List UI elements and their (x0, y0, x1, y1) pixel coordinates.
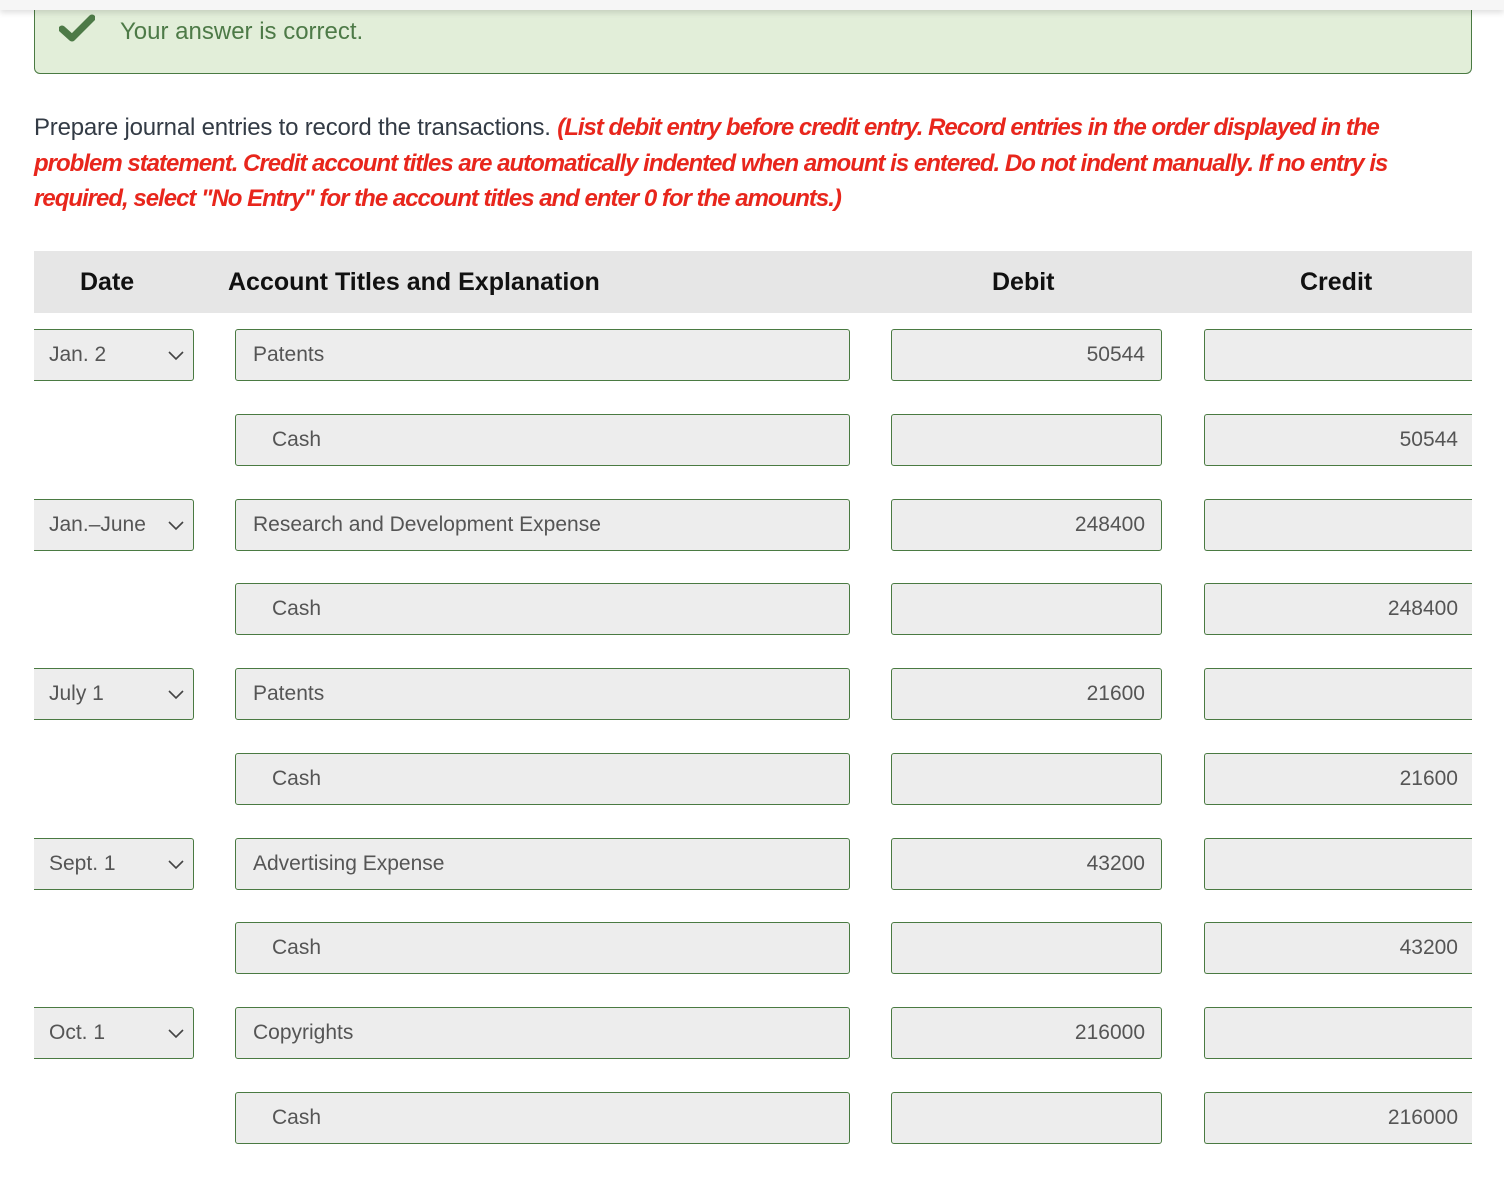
debit-input[interactable]: 43200 (891, 838, 1162, 890)
header-credit: Credit (1300, 268, 1373, 296)
header-date: Date (80, 268, 135, 296)
debit-input[interactable] (891, 1092, 1162, 1144)
checkmark-icon (59, 14, 95, 42)
chevron-down-icon (168, 1029, 184, 1039)
account-title-input[interactable]: Cash (235, 922, 850, 974)
debit-input[interactable]: 21600 (891, 668, 1162, 720)
credit-input[interactable]: 216000 (1204, 1092, 1472, 1144)
account-title-input[interactable]: Cash (235, 753, 850, 805)
top-bar (0, 0, 1504, 10)
account-title-input[interactable]: Patents (235, 329, 850, 381)
debit-input[interactable]: 248400 (891, 499, 1162, 551)
date-select[interactable]: July 1 (34, 668, 194, 720)
account-title-input[interactable]: Cash (235, 1092, 850, 1144)
credit-input[interactable] (1204, 499, 1472, 551)
date-select[interactable]: Oct. 1 (34, 1007, 194, 1059)
credit-input[interactable] (1204, 838, 1472, 890)
feedback-message: Your answer is correct. (120, 18, 364, 45)
date-value: July 1 (49, 682, 104, 705)
instructions: Prepare journal entries to record the tr… (34, 110, 1454, 217)
date-select[interactable]: Sept. 1 (34, 838, 194, 890)
account-title-input[interactable]: Advertising Expense (235, 838, 850, 890)
debit-input[interactable] (891, 753, 1162, 805)
feedback-banner: Your answer is correct. (34, 4, 1472, 74)
chevron-down-icon (168, 690, 184, 700)
account-title-input[interactable]: Copyrights (235, 1007, 850, 1059)
chevron-down-icon (168, 521, 184, 531)
debit-input[interactable] (891, 414, 1162, 466)
header-debit: Debit (992, 268, 1055, 296)
table-header: Date Account Titles and Explanation Debi… (34, 251, 1472, 313)
date-value: Oct. 1 (49, 1021, 106, 1044)
account-title-input[interactable]: Patents (235, 668, 850, 720)
account-title-input[interactable]: Cash (235, 583, 850, 635)
debit-input[interactable] (891, 922, 1162, 974)
date-value: Sept. 1 (49, 852, 116, 875)
debit-input[interactable]: 216000 (891, 1007, 1162, 1059)
chevron-down-icon (168, 860, 184, 870)
instructions-text: Prepare journal entries to record the tr… (34, 114, 558, 141)
credit-input[interactable]: 43200 (1204, 922, 1472, 974)
date-value: Jan. 2 (49, 343, 107, 366)
credit-input[interactable]: 248400 (1204, 583, 1472, 635)
credit-input[interactable] (1204, 668, 1472, 720)
credit-input[interactable] (1204, 1007, 1472, 1059)
date-value: Jan.–June (49, 513, 146, 536)
debit-input[interactable] (891, 583, 1162, 635)
date-select[interactable]: Jan. 2 (34, 329, 194, 381)
credit-input[interactable]: 50544 (1204, 414, 1472, 466)
date-select[interactable]: Jan.–June (34, 499, 194, 551)
account-title-input[interactable]: Cash (235, 414, 850, 466)
credit-input[interactable] (1204, 329, 1472, 381)
account-title-input[interactable]: Research and Development Expense (235, 499, 850, 551)
credit-input[interactable]: 21600 (1204, 753, 1472, 805)
debit-input[interactable]: 50544 (891, 329, 1162, 381)
chevron-down-icon (168, 351, 184, 361)
header-account: Account Titles and Explanation (228, 268, 600, 296)
